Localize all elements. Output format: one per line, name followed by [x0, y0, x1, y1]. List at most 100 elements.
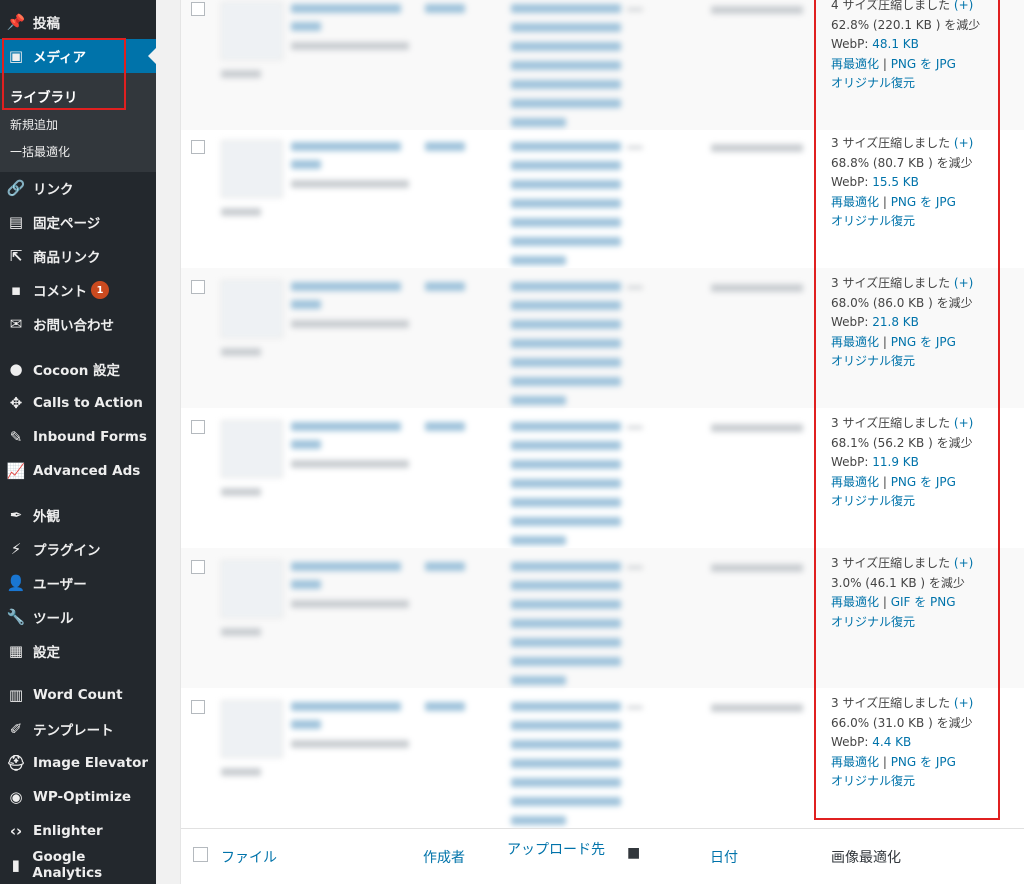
- blurred-uploaded-to: [511, 600, 621, 609]
- blurred-uploaded-to: [511, 441, 621, 450]
- sidebar-item-cta[interactable]: ✥ Calls to Action: [0, 386, 156, 420]
- wordcount-icon: ▥: [8, 686, 24, 704]
- sidebar-item-label: Word Count: [33, 687, 123, 703]
- blurred-filename[interactable]: [291, 562, 401, 571]
- blurred-uploaded-to: [511, 657, 621, 666]
- blurred-filename-meta: [291, 320, 409, 328]
- media-list-table: 4 サイズ圧縮しました (+) 62.8% (220.1 KB ) を減少 WebP…: [180, 0, 1024, 884]
- blurred-comments: [627, 706, 643, 709]
- blurred-author[interactable]: [425, 4, 465, 13]
- column-image-optimization: 画像最適化: [831, 850, 901, 866]
- row-checkbox[interactable]: [191, 140, 205, 154]
- thumbnail-image[interactable]: [221, 560, 283, 618]
- blurred-uploaded-to: [511, 237, 621, 246]
- blurred-author[interactable]: [425, 282, 465, 291]
- row-checkbox[interactable]: [191, 420, 205, 434]
- row-checkbox[interactable]: [191, 280, 205, 294]
- sidebar-item-label: お問い合わせ: [33, 318, 114, 334]
- blurred-uploaded-to: [511, 42, 621, 51]
- blurred-filename-meta: [291, 460, 409, 468]
- product-link-icon: ⇱: [9, 247, 23, 265]
- blurred-uploaded-to: [511, 61, 621, 70]
- analytics-icon: ▮: [11, 856, 20, 874]
- blurred-uploaded-to: [511, 498, 621, 507]
- column-author[interactable]: 作成者: [423, 847, 465, 867]
- sidebar-item-label: プラグイン: [33, 543, 101, 559]
- blurred-date: [711, 564, 803, 572]
- comment-icon[interactable]: ■: [627, 845, 640, 861]
- sidebar-item-settings[interactable]: ▦ 設定: [0, 634, 156, 668]
- sidebar-item-elevator[interactable]: ⛑ Image Elevator: [0, 746, 156, 780]
- sidebar-item-links[interactable]: 🔗 リンク: [0, 171, 156, 205]
- thumbnail-image[interactable]: [221, 420, 283, 478]
- optimize-icon: ◉: [9, 788, 23, 806]
- column-date[interactable]: 日付: [710, 847, 738, 867]
- sidebar-item-posts[interactable]: 📌 投稿: [0, 5, 156, 39]
- sidebar-item-contact[interactable]: ✉ お問い合わせ: [0, 307, 156, 341]
- blurred-uploaded-to[interactable]: [511, 562, 621, 571]
- blurred-filename[interactable]: [291, 422, 401, 431]
- blurred-uploaded-to: [511, 460, 621, 469]
- column-file[interactable]: ファイル: [221, 847, 277, 867]
- blurred-comments: [627, 286, 643, 289]
- blurred-uploaded-to: [511, 396, 566, 405]
- row-checkbox[interactable]: [191, 2, 205, 16]
- sidebar-item-ads[interactable]: 📈 Advanced Ads: [0, 454, 156, 488]
- cocoon-icon: ●: [9, 360, 23, 378]
- sidebar-item-wordcount[interactable]: ▥ Word Count: [0, 678, 156, 712]
- sidebar-item-users[interactable]: 👤 ユーザー: [0, 566, 156, 600]
- sidebar-item-pages[interactable]: ▤ 固定ページ: [0, 205, 156, 239]
- row-checkbox[interactable]: [191, 560, 205, 574]
- thumbnail-image[interactable]: [221, 280, 283, 338]
- submenu-item-1[interactable]: 新規追加: [10, 116, 58, 133]
- sidebar-item-label: 設定: [33, 645, 60, 661]
- sidebar-item-cocoon[interactable]: ● Cocoon 設定: [0, 352, 156, 386]
- blurred-uploaded-to: [511, 23, 621, 32]
- blurred-comments: [627, 426, 643, 429]
- blurred-uploaded-to[interactable]: [511, 4, 621, 13]
- blurred-filename[interactable]: [291, 142, 401, 151]
- blurred-author[interactable]: [425, 422, 465, 431]
- sidebar-item-plugins[interactable]: ⚡ プラグイン: [0, 532, 156, 566]
- thumbnail-image[interactable]: [221, 140, 283, 198]
- column-uploaded-to[interactable]: アップロード先: [507, 839, 605, 859]
- blurred-author[interactable]: [425, 142, 465, 151]
- blurred-uploaded-to: [511, 256, 566, 265]
- blurred-uploaded-to: [511, 581, 621, 590]
- sidebar-item-tools[interactable]: 🔧 ツール: [0, 600, 156, 634]
- blurred-uploaded-to[interactable]: [511, 142, 621, 151]
- sidebar-item-appearance[interactable]: ✒ 外観: [0, 498, 156, 532]
- blurred-author[interactable]: [425, 562, 465, 571]
- sidebar-item-ga[interactable]: ▮ Google Analytics: [0, 848, 156, 882]
- sidebar-item-products[interactable]: ⇱ 商品リンク: [0, 239, 156, 273]
- sidebar-item-comments[interactable]: ▪ コメント 1: [0, 273, 156, 307]
- row-checkbox[interactable]: [191, 700, 205, 714]
- submenu-item-2[interactable]: 一括最適化: [10, 143, 70, 160]
- sidebar-item-wpopt[interactable]: ◉ WP-Optimize: [0, 780, 156, 814]
- thumbnail-image[interactable]: [221, 700, 283, 758]
- comment-icon: ▪: [10, 281, 22, 299]
- blurred-date: [711, 144, 803, 152]
- blurred-uploaded-to: [511, 301, 621, 310]
- blurred-uploaded-to[interactable]: [511, 282, 621, 291]
- blurred-filename[interactable]: [291, 702, 401, 711]
- select-all-checkbox[interactable]: [193, 847, 208, 862]
- blurred-date: [711, 424, 803, 432]
- sidebar-item-label: 固定ページ: [33, 216, 101, 232]
- blurred-filename[interactable]: [291, 4, 401, 13]
- sidebar-item-enlighter[interactable]: ‹› Enlighter: [0, 814, 156, 848]
- sidebar-item-inbound[interactable]: ✎ Inbound Forms: [0, 420, 156, 454]
- blurred-uploaded-to: [511, 721, 621, 730]
- blurred-uploaded-to[interactable]: [511, 702, 621, 711]
- blurred-comments: [627, 8, 643, 11]
- link-icon: 🔗: [6, 179, 26, 197]
- user-icon: 👤: [6, 574, 26, 592]
- blurred-uploaded-to[interactable]: [511, 422, 621, 431]
- blurred-uploaded-to: [511, 536, 566, 545]
- blurred-filename-meta: [291, 180, 409, 188]
- sidebar-item-template[interactable]: ✐ テンプレート: [0, 712, 156, 746]
- highlight-box-optimization: [814, 0, 1000, 820]
- thumbnail-image[interactable]: [221, 2, 283, 60]
- blurred-author[interactable]: [425, 702, 465, 711]
- blurred-filename[interactable]: [291, 282, 401, 291]
